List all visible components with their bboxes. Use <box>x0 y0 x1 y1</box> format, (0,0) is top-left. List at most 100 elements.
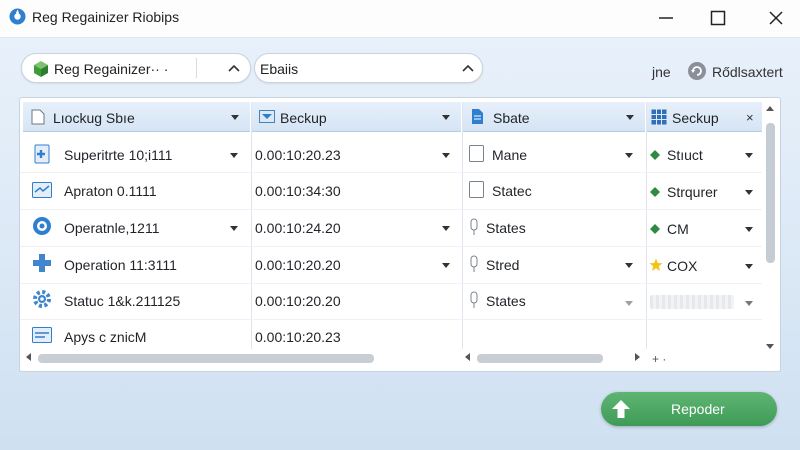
row-state: States <box>486 293 526 309</box>
refresh-icon[interactable] <box>687 61 707 81</box>
row-divider <box>20 172 762 173</box>
horizontal-scrollbar[interactable] <box>463 351 646 365</box>
reorder-button-label: Repoder <box>671 401 725 417</box>
close-column-icon[interactable]: × <box>746 110 754 125</box>
cube-icon <box>34 61 48 77</box>
row-divider <box>20 246 762 247</box>
row-name: Statuc 1&k.211125 <box>64 293 181 309</box>
caret-down-icon[interactable] <box>442 153 450 158</box>
row-setup: Stıuct <box>667 147 703 163</box>
row-divider <box>20 209 762 210</box>
row-backup: 0.00:10:20.20 <box>255 293 341 309</box>
window-title: Reg Regainizer Riobips <box>32 9 180 25</box>
caret-down-icon[interactable] <box>230 153 238 158</box>
chevron-up-icon[interactable] <box>462 63 474 73</box>
scroll-up-icon[interactable] <box>766 106 774 111</box>
row-divider <box>20 283 762 284</box>
caret-down-icon[interactable] <box>442 115 450 120</box>
registry-grid: Lıockug Sbıe Beckup Sbate Seckup × Super… <box>19 97 781 372</box>
caret-down-icon[interactable] <box>745 190 753 195</box>
column-header-state[interactable]: Sbate <box>463 102 645 132</box>
image-icon <box>259 110 275 123</box>
toolbar-link[interactable]: jne <box>652 64 671 80</box>
row-state: Stred <box>486 257 520 273</box>
gear-blue-icon <box>33 217 51 235</box>
column-header-name[interactable]: Lıockug Sbıe <box>23 102 250 132</box>
grid-icon <box>651 109 667 125</box>
row-setup: Strqurer <box>667 184 718 200</box>
maximize-button[interactable] <box>703 6 733 30</box>
scroll-thumb[interactable] <box>38 354 374 363</box>
arrow-up-icon <box>612 400 630 418</box>
caret-down-icon[interactable] <box>442 263 450 268</box>
scroll-left-icon[interactable] <box>26 353 31 361</box>
caret-down-icon[interactable] <box>745 227 753 232</box>
column-separator <box>462 102 463 349</box>
row-state: Mane <box>492 147 528 163</box>
vertical-scrollbar[interactable] <box>763 103 778 353</box>
caret-down-icon[interactable] <box>745 153 753 158</box>
setup-placeholder <box>650 295 734 309</box>
app-logo-icon <box>9 8 26 25</box>
chevron-up-icon[interactable] <box>228 63 240 73</box>
column-header-label: Lıockug Sbıe <box>53 110 135 126</box>
caret-down-icon[interactable] <box>230 226 238 231</box>
pin-icon <box>470 291 478 308</box>
pin-icon <box>470 218 478 235</box>
minimize-button[interactable] <box>651 6 681 30</box>
pin-icon <box>470 255 478 272</box>
file-icon <box>472 109 483 124</box>
horizontal-scrollbar[interactable] <box>24 351 461 365</box>
close-icon <box>769 11 783 25</box>
minimize-icon <box>659 17 673 19</box>
scroll-down-icon[interactable] <box>766 344 774 349</box>
row-backup: 0.00:10:20.23 <box>255 147 341 163</box>
row-state: Statec <box>492 183 532 199</box>
maximize-icon <box>710 10 726 26</box>
row-backup: 0.00:10:20.23 <box>255 329 341 345</box>
row-name: Apraton 0.1111 <box>64 183 157 199</box>
column-header-setup[interactable]: Seckup × <box>647 102 762 132</box>
plus-icon <box>33 254 51 272</box>
caret-down-icon[interactable] <box>745 301 753 306</box>
card-icon <box>32 327 52 343</box>
reload-label[interactable]: Rődlsaxtert <box>712 64 783 80</box>
caret-down-icon[interactable] <box>745 264 753 269</box>
column-separator <box>646 102 647 349</box>
diamond-icon <box>650 150 660 160</box>
row-backup: 0.00:10:24.20 <box>255 220 341 236</box>
column-separator <box>251 102 252 349</box>
select-divider <box>196 58 197 78</box>
caret-down-icon[interactable] <box>442 226 450 231</box>
column-header-backup[interactable]: Beckup <box>252 102 461 132</box>
scroll-right-icon[interactable] <box>635 353 640 361</box>
scroll-thumb[interactable] <box>477 354 603 363</box>
row-state: States <box>486 220 526 236</box>
plus-doc-icon <box>34 144 50 164</box>
caret-down-icon[interactable] <box>625 301 633 306</box>
scroll-left-icon[interactable] <box>465 353 470 361</box>
reorder-button[interactable]: Repoder <box>601 392 777 426</box>
caret-down-icon[interactable] <box>231 115 239 120</box>
registry-select-value: Reg Regainizer·· · <box>54 61 169 77</box>
registry-select[interactable]: Reg Regainizer·· · <box>21 53 251 83</box>
row-backup: 0.00:10:34:30 <box>255 183 341 199</box>
scroll-thumb[interactable] <box>766 123 775 263</box>
caret-down-icon[interactable] <box>625 263 633 268</box>
star-icon <box>649 258 663 271</box>
close-button[interactable] <box>761 6 791 30</box>
diamond-icon <box>650 187 660 197</box>
title-bar: Reg Regainizer Riobips <box>0 0 800 38</box>
row-setup: CM <box>667 221 689 237</box>
row-divider <box>20 319 762 320</box>
filter-select[interactable]: Ebaiis <box>254 53 483 83</box>
caret-down-icon[interactable] <box>626 115 634 120</box>
document-icon <box>31 109 45 125</box>
checkbox-icon[interactable] <box>469 181 484 198</box>
caret-down-icon[interactable] <box>625 153 633 158</box>
gear-icon <box>33 290 51 308</box>
filter-select-value: Ebaiis <box>260 61 299 77</box>
column-header-label: Beckup <box>280 110 327 126</box>
checkbox-icon[interactable] <box>469 145 484 162</box>
row-name: Superitrte 10;i111 <box>64 147 173 163</box>
